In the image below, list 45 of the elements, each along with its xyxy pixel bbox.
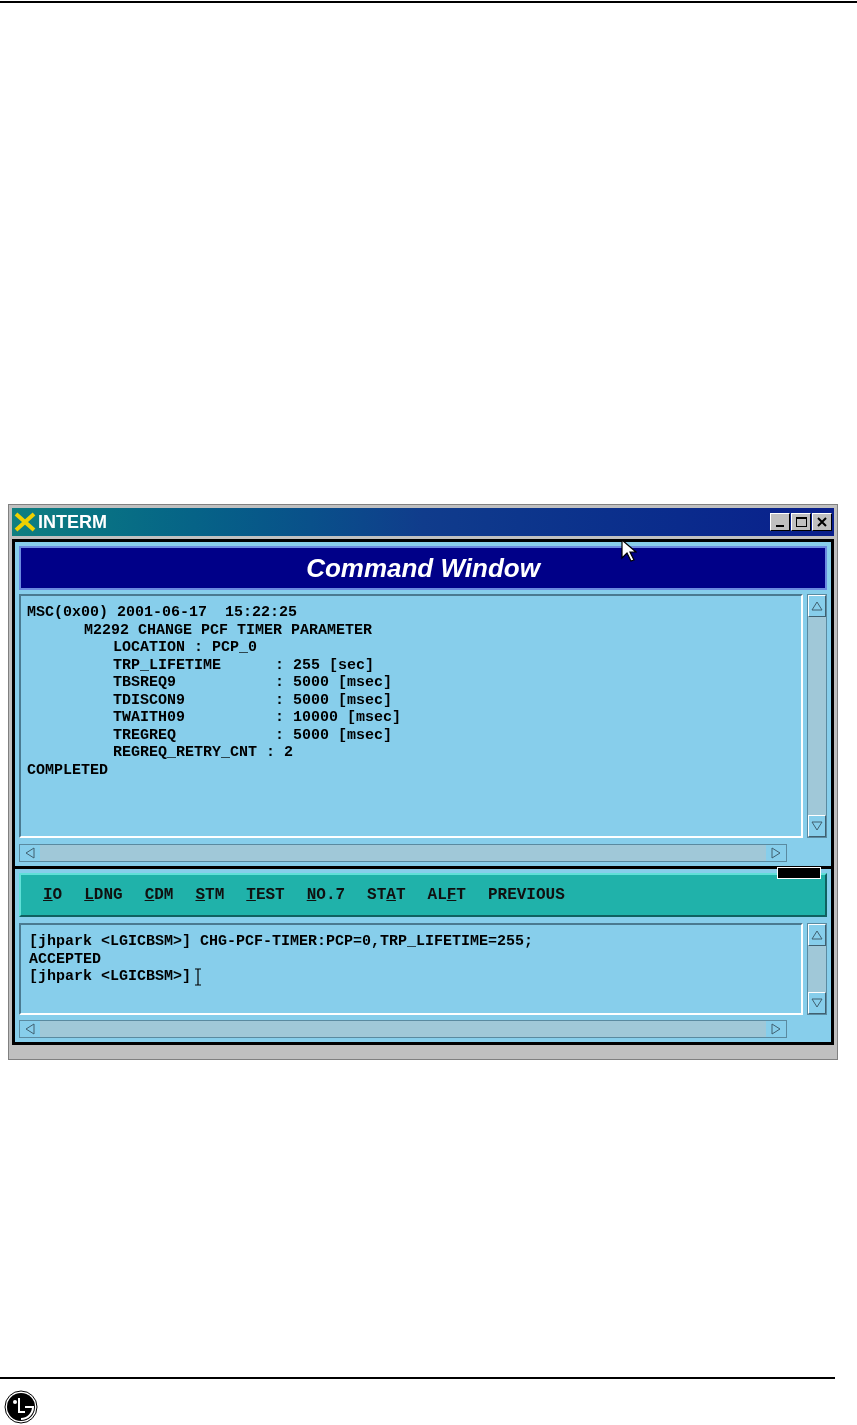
console-line: [jhpark <LGICBSM>] CHG-PCF-TIMER:PCP=0,TRP_LIFETIME=255; (29, 933, 534, 951)
output-line: TRP_LIFETIME : 255 [sec] (113, 656, 375, 674)
right-arrow-icon (771, 847, 781, 859)
output-line: TWAITH09 : 10000 [msec] (113, 709, 402, 727)
menu-item[interactable]: IO (43, 883, 63, 907)
down-arrow-icon (811, 821, 823, 831)
maximize-button[interactable] (791, 513, 811, 531)
up-arrow-icon (811, 601, 823, 611)
output-line: TBSREQ9 : 5000 [msec] (113, 674, 393, 692)
x-logo-icon (14, 512, 36, 532)
left-arrow-icon (25, 1023, 35, 1035)
horizontal-scrollbar[interactable] (19, 844, 787, 862)
output-line: COMPLETED (27, 761, 108, 779)
window-title: INTERM (38, 510, 107, 534)
menu-item[interactable]: STM (195, 883, 225, 907)
menu-item[interactable]: TEST (246, 883, 285, 907)
minimize-button[interactable] (770, 513, 790, 531)
lg-logo-icon (4, 1390, 38, 1424)
console-line: ACCEPTED (29, 950, 101, 968)
menu-item[interactable]: STAT (367, 883, 406, 907)
text-cursor-icon (194, 968, 203, 986)
console-prompt: [jhpark <LGICBSM>] (29, 968, 192, 986)
console-area[interactable]: [jhpark <LGICBSM>] CHG-PCF-TIMER:PCP=0,TRP_LIFETIME=255; ACCEPTED [jhpark <LGICBSM>] (19, 923, 803, 1015)
menu-item[interactable]: PREVIOUS (487, 883, 565, 907)
right-arrow-icon (771, 1023, 781, 1035)
horizontal-scrollbar[interactable] (19, 1020, 787, 1038)
output-line: LOCATION : PCP_0 (113, 639, 258, 657)
down-arrow-icon (811, 998, 823, 1008)
close-icon (817, 517, 827, 527)
menu-item[interactable]: LDNG (84, 883, 123, 907)
output-line: M2292 CHANGE PCF TIMER PARAMETER (84, 621, 373, 639)
output-line: REGREQ_RETRY_CNT : 2 (113, 744, 294, 762)
menu-item[interactable]: ALFT (427, 883, 466, 907)
up-arrow-icon (811, 930, 823, 940)
menu-item[interactable]: NO.7 (306, 883, 346, 907)
left-arrow-icon (25, 847, 35, 859)
output-line: MSC(0x00) 2001-06-17 15:22:25 (27, 604, 298, 622)
vertical-scrollbar[interactable] (807, 594, 827, 838)
menu-item[interactable]: CDM (144, 883, 174, 907)
output-line: TREGREQ : 5000 [msec] (113, 726, 393, 744)
vertical-scrollbar[interactable] (807, 923, 827, 1015)
panel-title: Command Window (306, 551, 540, 585)
splitter-handle[interactable] (777, 867, 821, 879)
output-line: TDISCON9 : 5000 [msec] (113, 691, 393, 709)
close-button[interactable] (812, 513, 832, 531)
